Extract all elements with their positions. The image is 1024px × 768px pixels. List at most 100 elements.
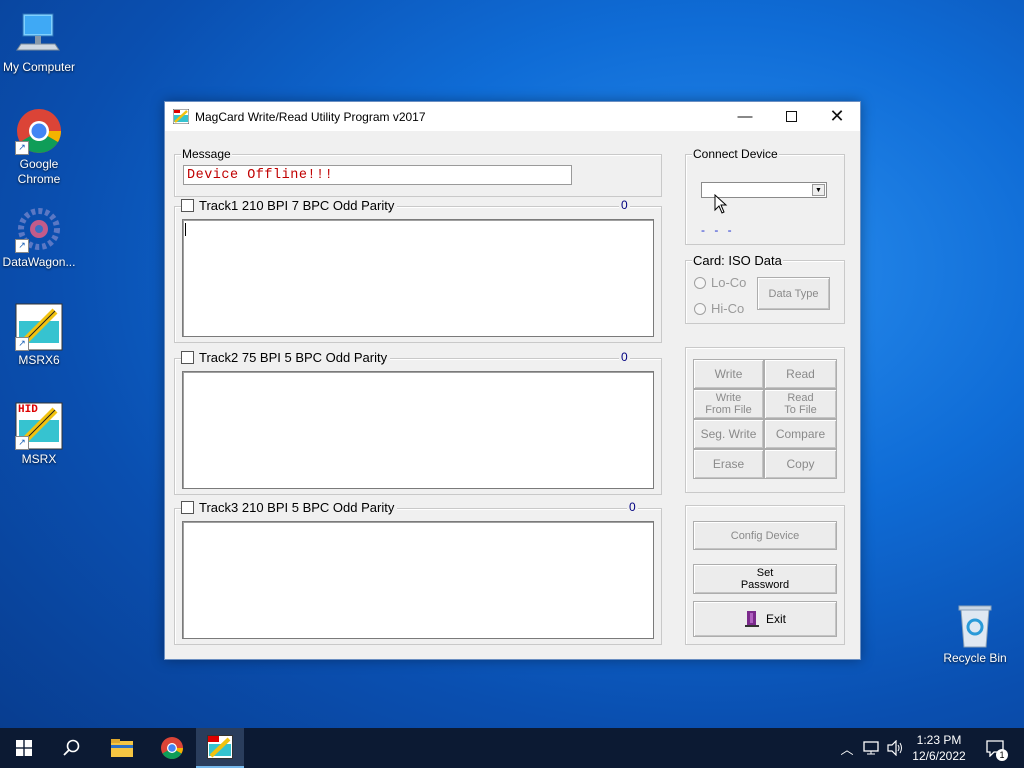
shortcut-arrow-icon: ↗ (15, 337, 29, 351)
speaker-icon (887, 740, 902, 756)
track1-count: 0 (619, 198, 630, 212)
chevron-down-icon: ▼ (812, 184, 825, 196)
clock-date: 12/6/2022 (912, 749, 966, 763)
maximize-button[interactable] (768, 102, 814, 131)
magcard-utility-window: MagCard Write/Read Utility Program v2017… (164, 101, 861, 660)
desktop-icon-msrx6[interactable]: ↗ MSRX6 (1, 303, 77, 368)
write-from-file-label-1: Write (715, 392, 742, 404)
actions-group: Write Read Write From File Read To File … (685, 347, 845, 493)
exit-button[interactable]: Exit (693, 601, 837, 637)
track2-label: Track2 75 BPI 5 BPC Odd Parity (199, 350, 388, 365)
maximize-icon (785, 111, 797, 122)
desktop-icon-msrx[interactable]: HID ↗ MSRX (1, 402, 77, 467)
computer-icon (15, 10, 63, 58)
hico-label: Hi-Co (711, 301, 745, 316)
taskbar-chrome[interactable] (148, 728, 196, 768)
title-bar[interactable]: MagCard Write/Read Utility Program v2017… (165, 102, 860, 131)
close-icon: ✕ (829, 106, 845, 126)
track2-checkbox[interactable] (181, 351, 194, 364)
chrome-icon: ↗ (15, 107, 63, 155)
radio-circle-icon (694, 302, 706, 315)
shortcut-arrow-icon: ↗ (15, 436, 29, 450)
mouse-cursor-icon (714, 194, 728, 214)
hico-radio[interactable]: Hi-Co (694, 301, 744, 316)
track3-header: Track3 210 BPI 5 BPC Odd Parity (181, 500, 398, 515)
gear-cluster-icon: ↗ (15, 205, 63, 253)
track3-label: Track3 210 BPI 5 BPC Odd Parity (199, 500, 395, 515)
read-button[interactable]: Read (764, 359, 837, 389)
pencil-app-icon: ↗ (15, 303, 63, 351)
loco-label: Lo-Co (711, 275, 747, 290)
track1-group: Track1 210 BPI 7 BPC Odd Parity 0 (174, 198, 662, 343)
connect-device-label: Connect Device (692, 147, 779, 161)
seg-write-button[interactable]: Seg. Write (693, 419, 764, 449)
device-settings-group: Config Device Set Password Exit (685, 505, 845, 645)
compare-button[interactable]: Compare (764, 419, 837, 449)
search-icon (63, 739, 80, 756)
track3-checkbox[interactable] (181, 501, 194, 514)
hid-pencil-app-icon: HID ↗ (15, 402, 63, 450)
desktop-icon-datawagon[interactable]: ↗ DataWagon... (1, 205, 77, 270)
read-to-file-label-1: Read (787, 392, 814, 404)
track3-group: Track3 210 BPI 5 BPC Odd Parity 0 (174, 500, 662, 645)
track3-count: 0 (627, 500, 638, 514)
track1-label: Track1 210 BPI 7 BPC Odd Parity (199, 198, 395, 213)
track3-textarea[interactable] (182, 521, 654, 639)
read-to-file-button[interactable]: Read To File (764, 389, 837, 419)
clock-time: 1:23 PM (916, 733, 962, 747)
config-device-button[interactable]: Config Device (693, 521, 837, 550)
start-button[interactable] (0, 728, 48, 768)
message-group: Message Device Offline!!! (174, 147, 662, 197)
taskbar-msrx[interactable] (196, 728, 244, 768)
chrome-icon (161, 737, 183, 759)
message-display: Device Offline!!! (183, 165, 572, 185)
write-from-file-button[interactable]: Write From File (693, 389, 764, 419)
desktop-icon-my-computer[interactable]: My Computer (1, 10, 77, 75)
recycle-bin-icon (951, 601, 999, 649)
exit-door-icon (744, 611, 759, 627)
taskbar: ︿ 1:23 PM 12/6/2022 1 (0, 728, 1024, 768)
desktop-icon-label: My Computer (2, 60, 76, 74)
desktop-icon-label: MSRX6 (18, 353, 60, 367)
track1-textarea[interactable] (182, 219, 654, 337)
app-title-icon (173, 109, 189, 124)
data-type-button[interactable]: Data Type (757, 277, 830, 310)
network-icon (863, 741, 879, 755)
desktop-icon-recycle-bin[interactable]: Recycle Bin (937, 601, 1013, 666)
minimize-button[interactable]: — (722, 102, 768, 131)
track2-header: Track2 75 BPI 5 BPC Odd Parity (181, 350, 391, 365)
track2-count: 0 (619, 350, 630, 364)
track2-group: Track2 75 BPI 5 BPC Odd Parity 0 (174, 350, 662, 495)
radio-circle-icon (694, 276, 706, 289)
action-center-button[interactable]: 1 (978, 728, 1012, 768)
track2-textarea[interactable] (182, 371, 654, 489)
loco-radio[interactable]: Lo-Co (694, 275, 746, 290)
set-password-label-1: Set (756, 567, 774, 579)
connect-status: - - - (701, 223, 735, 237)
close-button[interactable]: ✕ (814, 102, 860, 131)
track1-header: Track1 210 BPI 7 BPC Odd Parity (181, 198, 398, 213)
track1-checkbox[interactable] (181, 199, 194, 212)
copy-button[interactable]: Copy (764, 449, 837, 479)
search-button[interactable] (48, 728, 96, 768)
notification-count-badge: 1 (996, 749, 1008, 761)
shortcut-arrow-icon: ↗ (15, 141, 29, 155)
write-button[interactable]: Write (693, 359, 764, 389)
volume-button[interactable] (884, 728, 906, 768)
shortcut-arrow-icon: ↗ (15, 239, 29, 253)
window-title: MagCard Write/Read Utility Program v2017 (195, 110, 426, 124)
windows-logo-icon (16, 740, 32, 756)
set-password-button[interactable]: Set Password (693, 564, 837, 594)
connect-device-group: Connect Device ▼ - - - (685, 147, 845, 245)
minimize-icon: — (737, 108, 753, 125)
desktop-icon-label: DataWagon... (2, 255, 76, 269)
card-iso-group: Card: ISO Data Lo-Co Hi-Co Data Type (685, 253, 845, 324)
taskbar-file-explorer[interactable] (98, 728, 146, 768)
desktop-icon-google-chrome[interactable]: ↗ Google Chrome (1, 107, 77, 187)
show-hidden-icons-button[interactable]: ︿ (838, 728, 856, 768)
network-button[interactable] (860, 728, 882, 768)
desktop-icon-label: Recycle Bin (943, 651, 1007, 665)
erase-button[interactable]: Erase (693, 449, 764, 479)
exit-label: Exit (765, 612, 786, 626)
taskbar-clock[interactable]: 1:23 PM 12/6/2022 (905, 732, 973, 764)
